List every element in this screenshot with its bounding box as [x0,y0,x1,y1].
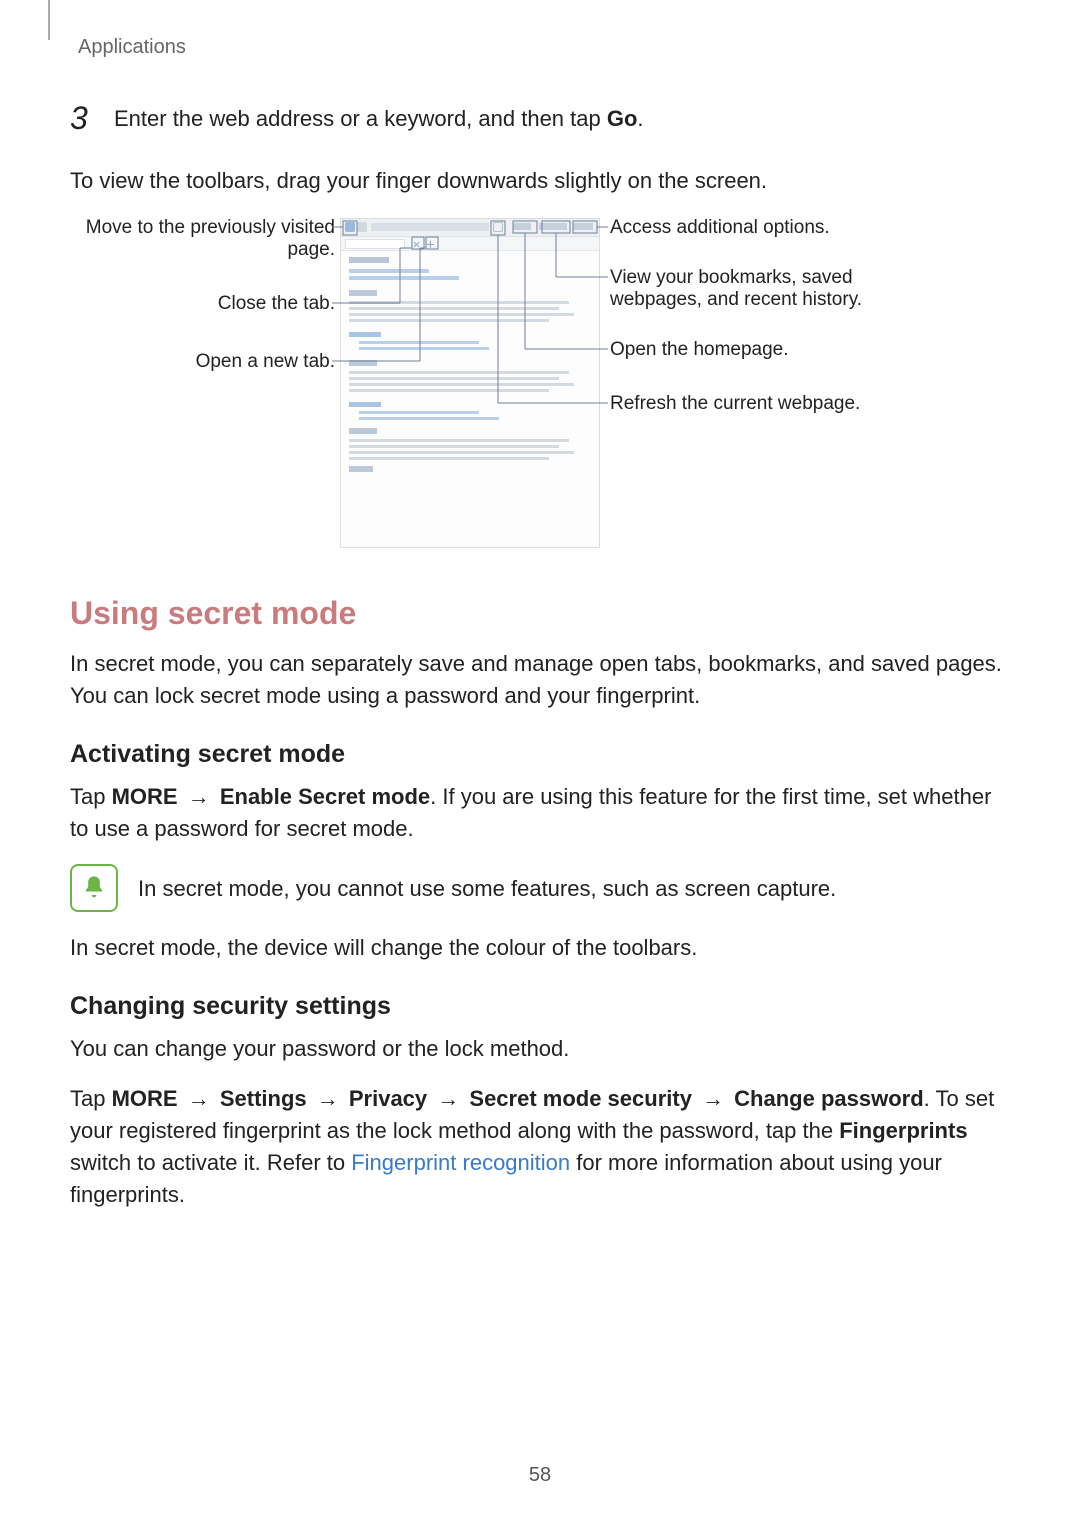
note-text: In secret mode, you cannot use some feat… [138,873,836,905]
b-settings: Settings [220,1086,307,1111]
page-content: 3 Enter the web address or a keyword, an… [70,100,1010,1229]
step-text-after: . [637,106,643,131]
callout-refresh: Refresh the current webpage. [610,393,910,415]
active-tab [345,239,405,249]
txt-more: MORE [112,784,178,809]
b-change-pw: Change password [734,1086,923,1111]
browser-diagram: Move to the previously visited page. Clo… [70,215,1010,565]
toolbar-paragraph: To view the toolbars, drag your finger d… [70,165,1010,197]
heading-activating: Activating secret mode [70,740,1010,769]
arrow-icon: → [692,1086,734,1111]
step-text-before: Enter the web address or a keyword, and … [114,106,607,131]
txt: Tap [70,784,112,809]
new-tab-icon [427,241,434,248]
callout-more-options: Access additional options. [610,217,910,239]
b-secret-security: Secret mode security [469,1086,692,1111]
link-fingerprint-recognition[interactable]: Fingerprint recognition [351,1150,570,1175]
page-number: 58 [0,1464,1080,1487]
page-tab-marker [48,0,50,40]
browser-screenshot [340,218,600,548]
browser-toolbar [341,219,599,237]
activating-p1: Tap MORE → Enable Secret mode. If you ar… [70,781,1010,845]
b-more: MORE [112,1086,178,1111]
note-box: In secret mode, you cannot use some feat… [70,864,1010,912]
step-text-bold: Go [607,106,638,131]
callout-homepage: Open the homepage. [610,339,910,361]
close-tab-icon [413,241,420,248]
txt-enable: Enable Secret mode [220,784,430,809]
heading-security: Changing security settings [70,992,1010,1021]
arrow-icon: → [178,784,220,809]
b-fingerprints: Fingerprints [839,1118,967,1143]
b-privacy: Privacy [349,1086,427,1111]
callout-close-tab: Close the tab. [70,293,335,315]
callout-bookmarks: View your bookmarks, saved webpages, and… [610,267,910,311]
nav-back-icon [345,222,355,232]
browser-content [341,251,599,483]
refresh-icon [493,222,503,232]
activating-p2: In secret mode, the device will change t… [70,932,1010,964]
browser-tabbar [341,237,599,251]
home-icon [513,223,531,230]
note-bell-icon [70,864,118,912]
callout-new-tab: Open a new tab. [70,351,335,373]
secret-mode-intro: In secret mode, you can separately save … [70,648,1010,712]
t3: switch to activate it. Refer to [70,1150,351,1175]
security-p2: Tap MORE → Settings → Privacy → Secret m… [70,1083,1010,1211]
heading-secret-mode: Using secret mode [70,595,1010,632]
more-icon [573,223,593,230]
callout-prev-page: Move to the previously visited page. [70,217,335,261]
nav-forward-icon [357,222,367,232]
arrow-icon: → [427,1086,469,1111]
arrow-icon: → [307,1086,349,1111]
arrow-icon: → [178,1086,220,1111]
address-bar [371,223,489,231]
bookmarks-icon [539,223,567,230]
step-number: 3 [70,100,92,137]
step-3: 3 Enter the web address or a keyword, an… [70,100,1010,137]
security-p1: You can change your password or the lock… [70,1033,1010,1065]
breadcrumb: Applications [78,36,186,59]
step-text: Enter the web address or a keyword, and … [114,106,644,132]
t1: Tap [70,1086,112,1111]
